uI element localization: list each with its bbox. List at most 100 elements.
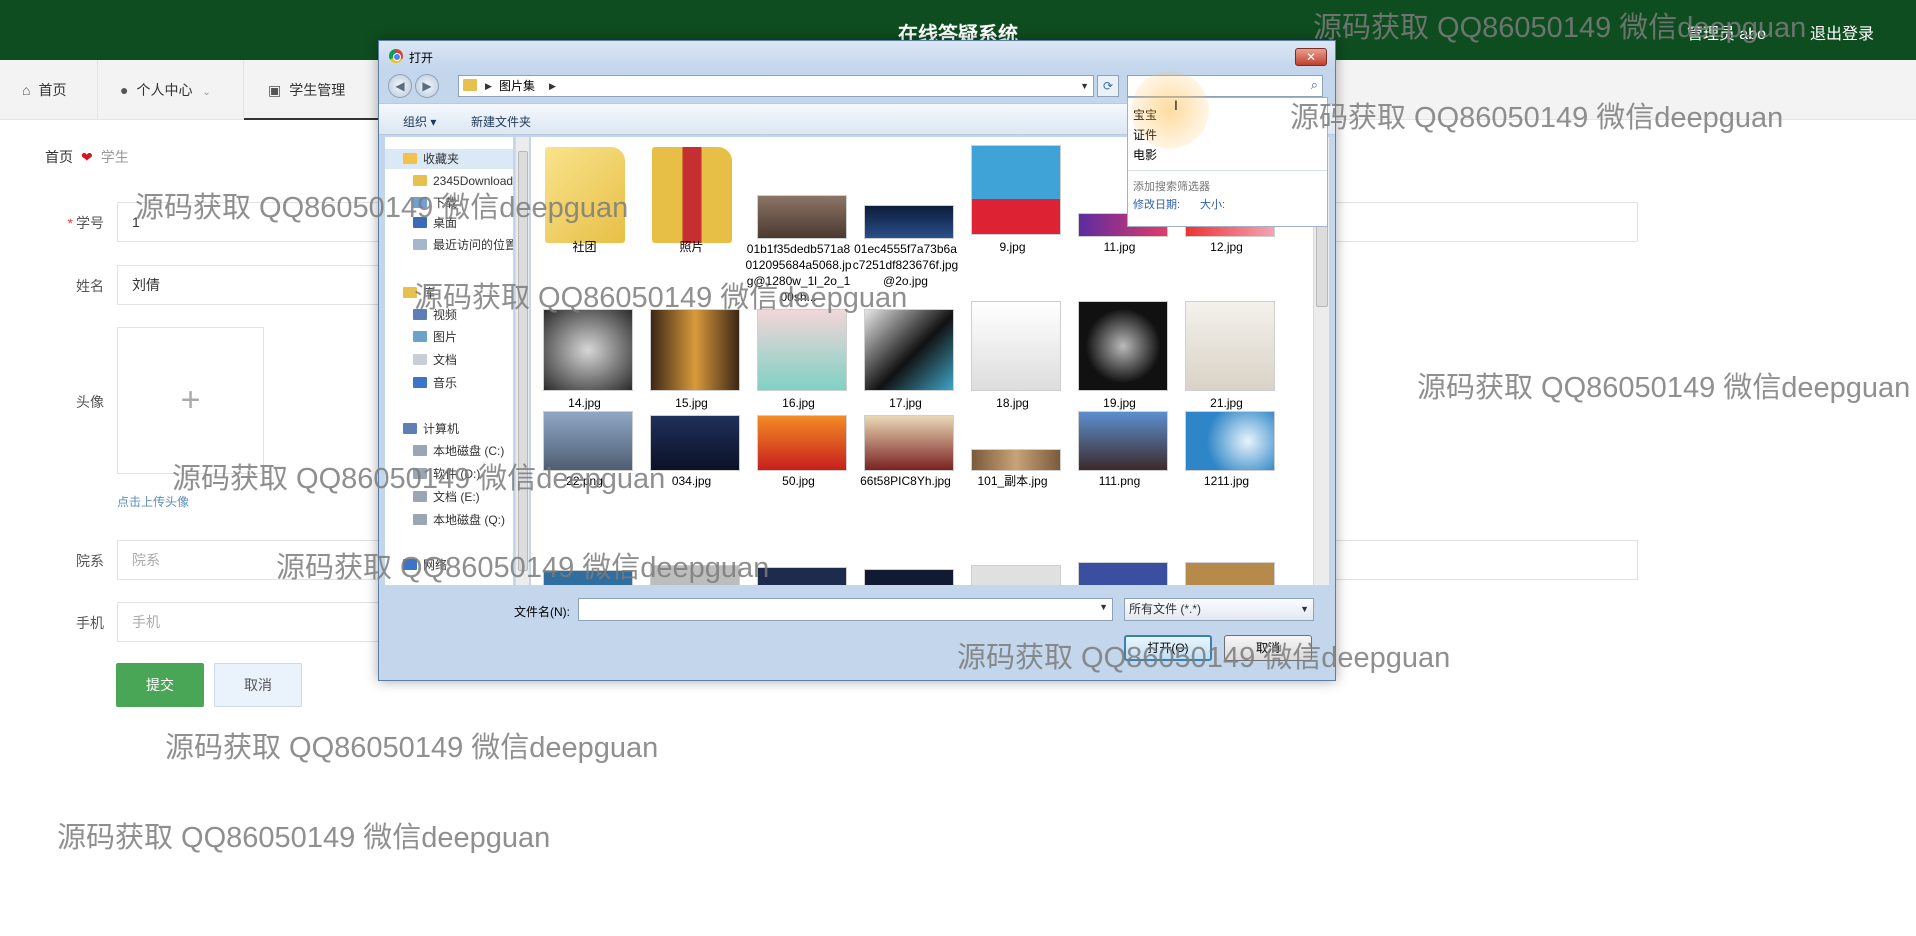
- file-item[interactable]: 22.png: [531, 411, 635, 585]
- open-button[interactable]: 打开(O): [1124, 635, 1212, 661]
- nav-drive-e[interactable]: 文档 (E:): [413, 487, 480, 507]
- nav-libraries[interactable]: 库: [403, 283, 435, 303]
- nav-personal-center[interactable]: ● 个人中心 ⌄: [98, 60, 244, 120]
- heart-icon: ❤: [81, 149, 93, 165]
- file-item[interactable]: 01b1f35dedb571a8012095684a5068.jpg@1280w…: [745, 137, 852, 307]
- navigation-pane: 收藏夹 2345Downloads 下载 桌面 最近访问的位置 库 视频 图片 …: [385, 137, 513, 585]
- breadcrumb-home[interactable]: 首页: [45, 149, 73, 165]
- name-input[interactable]: 刘倩: [117, 265, 387, 305]
- filetype-select[interactable]: 所有文件 (*.*) ▼: [1124, 598, 1314, 621]
- file-item[interactable]: 50.jpg: [745, 415, 849, 585]
- breadcrumb-current: 学生: [100, 149, 129, 165]
- image-thumbnail[interactable]: [757, 567, 847, 585]
- name-label: 姓名: [76, 278, 104, 294]
- nav-computer[interactable]: 计算机: [403, 419, 459, 439]
- image-thumbnail: [757, 309, 847, 391]
- address-path[interactable]: 图片集: [499, 76, 535, 96]
- address-row: ◀ ▶ ▶ 图片集 ▶ ▼ ⟳ ⌕ I: [379, 69, 1335, 149]
- file-item[interactable]: 01ec4555f7a73b6ac7251df823676f.jpg@2o.jp…: [852, 137, 958, 307]
- organize-button[interactable]: 组织 ▾: [403, 113, 436, 130]
- folder-icon: [463, 79, 477, 91]
- watermark: 源码获取 QQ86050149 微信deepguan: [57, 822, 551, 854]
- scroll-thumb[interactable]: [518, 151, 528, 571]
- image-thumbnail[interactable]: [1185, 562, 1275, 585]
- folder-icon: [652, 147, 732, 243]
- nav-recent-places[interactable]: 最近访问的位置: [413, 235, 513, 255]
- nav-desktop[interactable]: 桌面: [413, 213, 457, 233]
- library-icon: [403, 287, 417, 298]
- image-thumbnail[interactable]: [971, 565, 1061, 585]
- image-thumbnail[interactable]: [650, 565, 740, 585]
- video-icon: [413, 309, 427, 320]
- image-thumbnail: [543, 411, 633, 471]
- image-thumbnail: [543, 309, 633, 391]
- user-icon: ●: [120, 82, 129, 98]
- avatar-label: 头像: [76, 394, 104, 410]
- forward-button[interactable]: ▶: [415, 74, 439, 98]
- new-folder-button[interactable]: 新建文件夹: [471, 113, 531, 130]
- admin-user[interactable]: 管理员 abo: [1687, 20, 1766, 44]
- nav-home[interactable]: ⌂ 首页: [0, 60, 98, 120]
- nav-2345downloads[interactable]: 2345Downloads: [413, 171, 513, 191]
- image-thumbnail[interactable]: [1078, 562, 1168, 585]
- file-item[interactable]: 66t58PIC8Yh.jpg: [852, 415, 956, 585]
- nav-favorites[interactable]: 收藏夹: [385, 149, 513, 169]
- home-icon: ⌂: [22, 82, 31, 98]
- arrow-left-icon: ◀: [395, 79, 405, 93]
- chevron-down-icon[interactable]: ▼: [1080, 76, 1089, 96]
- file-item[interactable]: 034.jpg: [638, 415, 742, 585]
- file-item[interactable]: 101_副本.jpg: [959, 437, 1063, 585]
- navpane-scrollbar[interactable]: [515, 137, 529, 585]
- nav-drive-q[interactable]: 本地磁盘 (Q:): [413, 510, 505, 530]
- avatar-upload[interactable]: +: [117, 327, 264, 474]
- nav-drive-d[interactable]: 软件 (D:): [413, 464, 480, 484]
- dialog-cancel-button[interactable]: 取消: [1224, 635, 1312, 661]
- filename-label: 文件名(N):: [514, 605, 570, 619]
- drive-icon: [413, 468, 427, 479]
- file-item[interactable]: 社团: [531, 137, 635, 307]
- chevron-down-icon[interactable]: ▼: [1099, 602, 1108, 612]
- dialog-title: 打开: [409, 51, 434, 65]
- file-item[interactable]: 9.jpg: [959, 137, 1063, 307]
- text-cursor-icon: I: [1174, 97, 1178, 113]
- refresh-button[interactable]: ⟳: [1097, 75, 1119, 97]
- chevron-down-icon: ▼: [1300, 604, 1309, 614]
- file-item[interactable]: 照片: [638, 137, 742, 307]
- cancel-button[interactable]: 取消: [214, 663, 302, 707]
- nav-pictures[interactable]: 图片: [413, 327, 457, 347]
- chevron-down-icon: ⌄: [202, 87, 211, 98]
- refresh-icon: ⟳: [1102, 79, 1114, 93]
- filter-size[interactable]: 大小:: [1200, 196, 1225, 212]
- nav-music[interactable]: 音乐: [413, 373, 457, 393]
- drive-icon: [413, 445, 427, 456]
- phone-input[interactable]: 手机: [117, 602, 387, 642]
- nav-drive-c[interactable]: 本地磁盘 (C:): [413, 441, 504, 461]
- briefcase-icon: ▣: [268, 82, 282, 98]
- image-thumbnail: [1078, 411, 1168, 471]
- chevron-right-icon: ▶: [485, 81, 492, 91]
- suggestion-item[interactable]: 电影: [1133, 146, 1157, 163]
- student-id-label: * 学号: [67, 215, 104, 231]
- nav-documents[interactable]: 文档: [413, 350, 457, 370]
- filter-modified-date[interactable]: 修改日期:: [1133, 196, 1180, 212]
- nav-network[interactable]: 网络: [403, 555, 447, 575]
- dialog-close-button[interactable]: ✕: [1295, 48, 1327, 66]
- image-thumbnail[interactable]: [543, 570, 633, 585]
- drive-icon: [413, 514, 427, 525]
- filename-input[interactable]: ▼: [578, 598, 1113, 621]
- address-bar[interactable]: ▶ 图片集 ▶ ▼: [458, 75, 1094, 97]
- add-search-filter: 添加搜索筛选器: [1133, 181, 1210, 193]
- logout-link[interactable]: 退出登录: [1810, 20, 1874, 44]
- star-icon: [403, 153, 417, 164]
- nav-student-management[interactable]: ▣ 学生管理: [244, 60, 384, 120]
- download-icon: [413, 197, 427, 208]
- search-icon[interactable]: ⌕: [1311, 77, 1318, 93]
- file-open-dialog: 打开 ✕ ◀ ▶ ▶ 图片集 ▶ ▼ ⟳ ⌕ I 组织 ▾ 新建文件夹 宝宝 证…: [378, 40, 1336, 681]
- nav-downloads[interactable]: 下载: [413, 193, 457, 213]
- image-thumbnail[interactable]: [864, 569, 954, 585]
- back-button[interactable]: ◀: [388, 74, 412, 98]
- nav-videos[interactable]: 视频: [413, 305, 457, 325]
- submit-button[interactable]: 提交: [116, 663, 204, 707]
- desktop-icon: [413, 217, 427, 228]
- network-icon: [403, 559, 417, 570]
